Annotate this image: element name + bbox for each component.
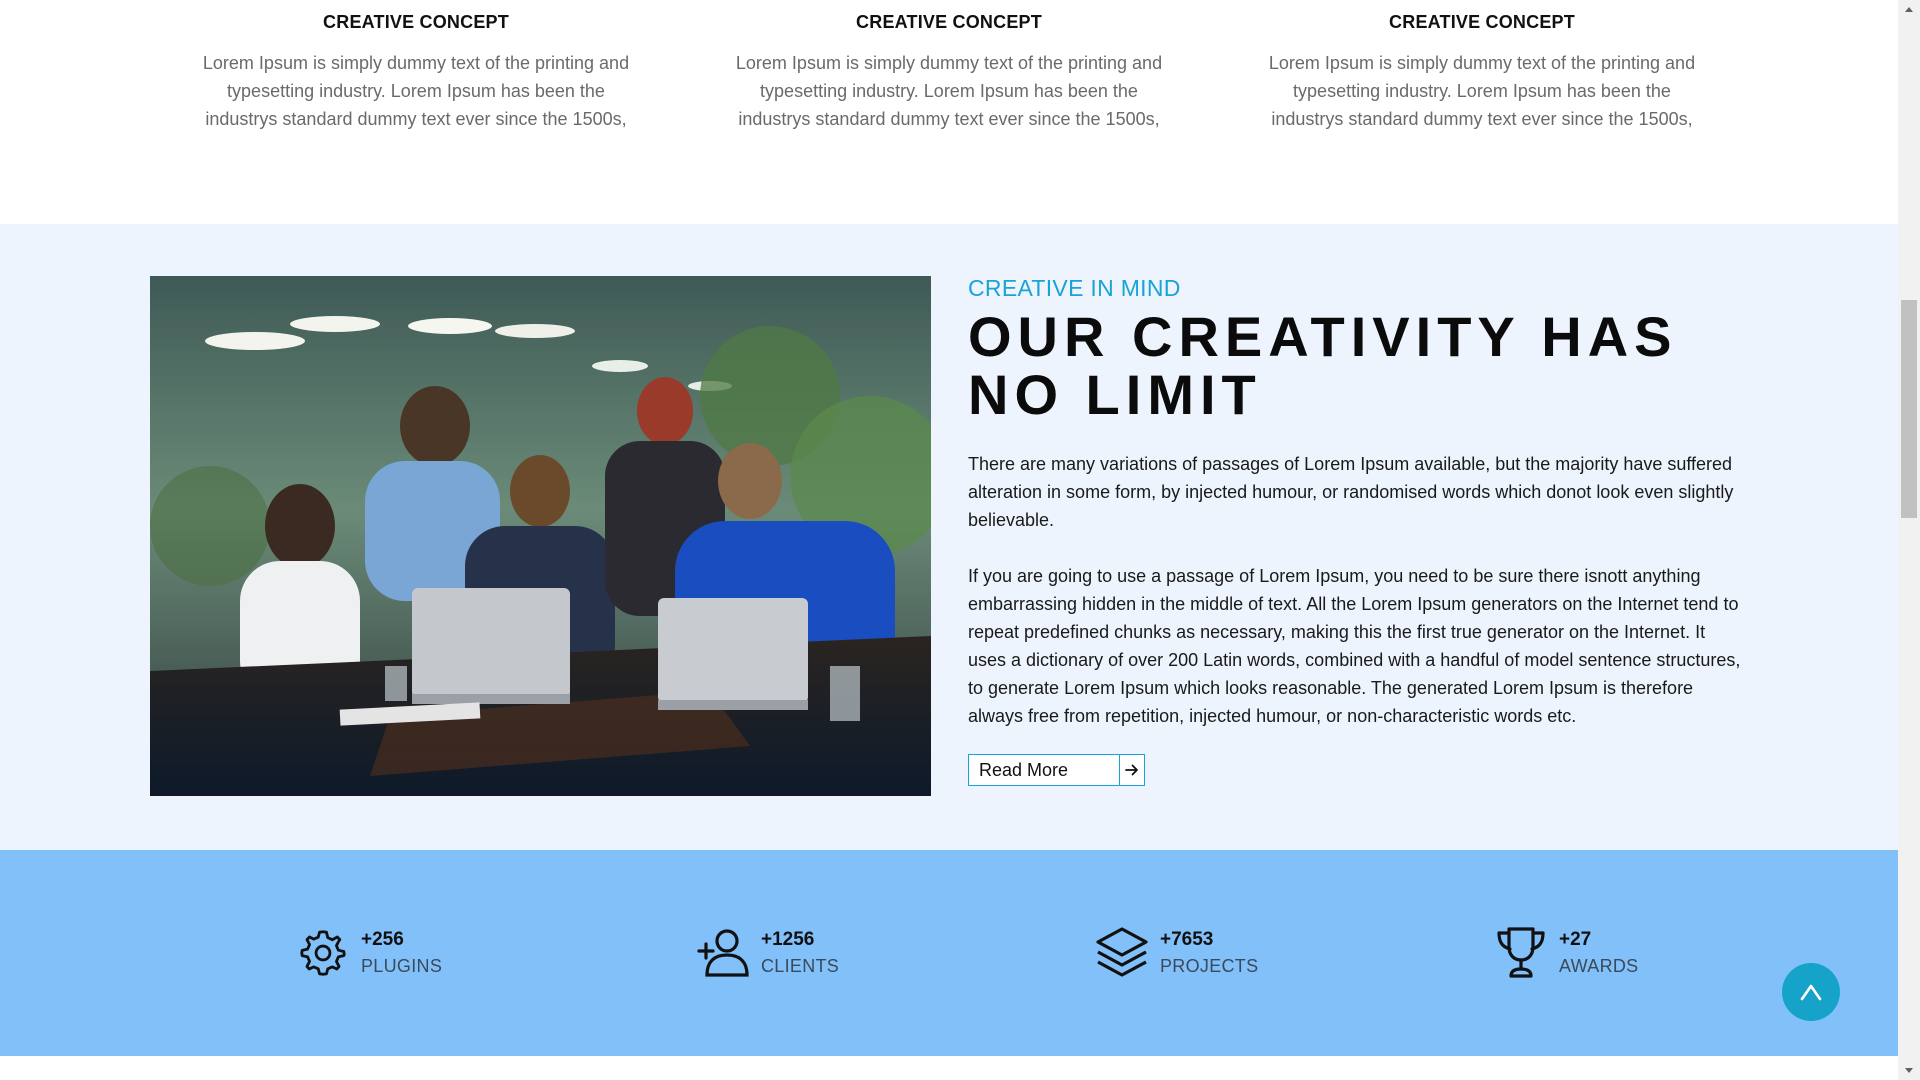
stat-label: AWARDS xyxy=(1559,956,1639,976)
gear-icon xyxy=(295,924,351,982)
stat-item: +7653 PROJECTS xyxy=(1094,924,1258,982)
read-more-label: Read More xyxy=(979,760,1069,780)
features-section: CREATIVE CONCEPT Lorem Ipsum is simply d… xyxy=(0,0,1898,224)
team-meeting-photo xyxy=(150,276,931,796)
stat-label: PLUGINS xyxy=(361,956,443,976)
vertical-scrollbar[interactable] xyxy=(1898,0,1920,1080)
feature-column: CREATIVE CONCEPT Lorem Ipsum is simply d… xyxy=(191,12,641,133)
stat-text: +7653 PROJECTS xyxy=(1160,927,1258,979)
section-headline: OUR CREATIVITY HAS NO LIMIT xyxy=(968,308,1748,424)
feature-column: CREATIVE CONCEPT Lorem Ipsum is simply d… xyxy=(724,12,1174,133)
section-paragraph: If you are going to use a passage of Lor… xyxy=(968,566,1741,726)
feature-title: CREATIVE CONCEPT xyxy=(323,12,509,32)
next-section-edge xyxy=(0,1056,1898,1080)
trophy-icon xyxy=(1493,924,1549,982)
feature-title: CREATIVE CONCEPT xyxy=(856,12,1042,32)
team-meeting-illustration xyxy=(150,276,931,796)
arrow-right-icon xyxy=(1119,755,1144,785)
feature-text: Lorem Ipsum is simply dummy text of the … xyxy=(1268,53,1696,129)
read-more-button[interactable]: Read More xyxy=(968,754,1145,786)
chevron-up-icon xyxy=(1800,984,1822,1001)
feature-title: CREATIVE CONCEPT xyxy=(1389,12,1575,32)
stat-value: +7653 xyxy=(1160,929,1214,950)
layers-icon xyxy=(1094,924,1150,982)
scrollbar-thumb[interactable] xyxy=(1901,300,1917,518)
feature-text: Lorem Ipsum is simply dummy text of the … xyxy=(202,53,630,129)
scroll-down-arrow-icon[interactable] xyxy=(1898,1062,1920,1080)
headline-line: OUR CREATIVITY HAS xyxy=(968,305,1678,368)
stat-item: +27 AWARDS xyxy=(1493,924,1638,982)
scroll-up-arrow-icon[interactable] xyxy=(1898,0,1920,18)
back-to-top-button[interactable] xyxy=(1782,963,1840,1021)
feature-text: Lorem Ipsum is simply dummy text of the … xyxy=(735,53,1163,129)
creativity-text-block: CREATIVE IN MIND OUR CREATIVITY HAS NO L… xyxy=(968,274,1748,786)
stat-item: +1256 CLIENTS xyxy=(695,924,839,982)
section-paragraph: There are many variations of passages of… xyxy=(968,454,1734,530)
stat-value: +27 xyxy=(1559,929,1592,950)
creativity-section: CREATIVE IN MIND OUR CREATIVITY HAS NO L… xyxy=(0,224,1898,850)
feature-column: CREATIVE CONCEPT Lorem Ipsum is simply d… xyxy=(1257,12,1707,133)
section-kicker: CREATIVE IN MIND xyxy=(968,275,1181,301)
stat-label: PROJECTS xyxy=(1160,956,1259,976)
headline-line: NO LIMIT xyxy=(968,363,1262,426)
stats-section: +256 PLUGINS +1256 CLIENTS +7653 PROJECT… xyxy=(0,850,1898,1056)
stat-item: +256 PLUGINS xyxy=(295,924,442,982)
add-user-icon xyxy=(695,924,751,982)
stat-text: +256 PLUGINS xyxy=(361,927,442,979)
page: CREATIVE CONCEPT Lorem Ipsum is simply d… xyxy=(0,0,1898,1080)
stat-value: +1256 xyxy=(761,929,815,950)
stat-label: CLIENTS xyxy=(761,956,840,976)
stat-text: +1256 CLIENTS xyxy=(761,927,839,979)
stat-text: +27 AWARDS xyxy=(1559,927,1638,979)
stat-value: +256 xyxy=(361,929,404,950)
